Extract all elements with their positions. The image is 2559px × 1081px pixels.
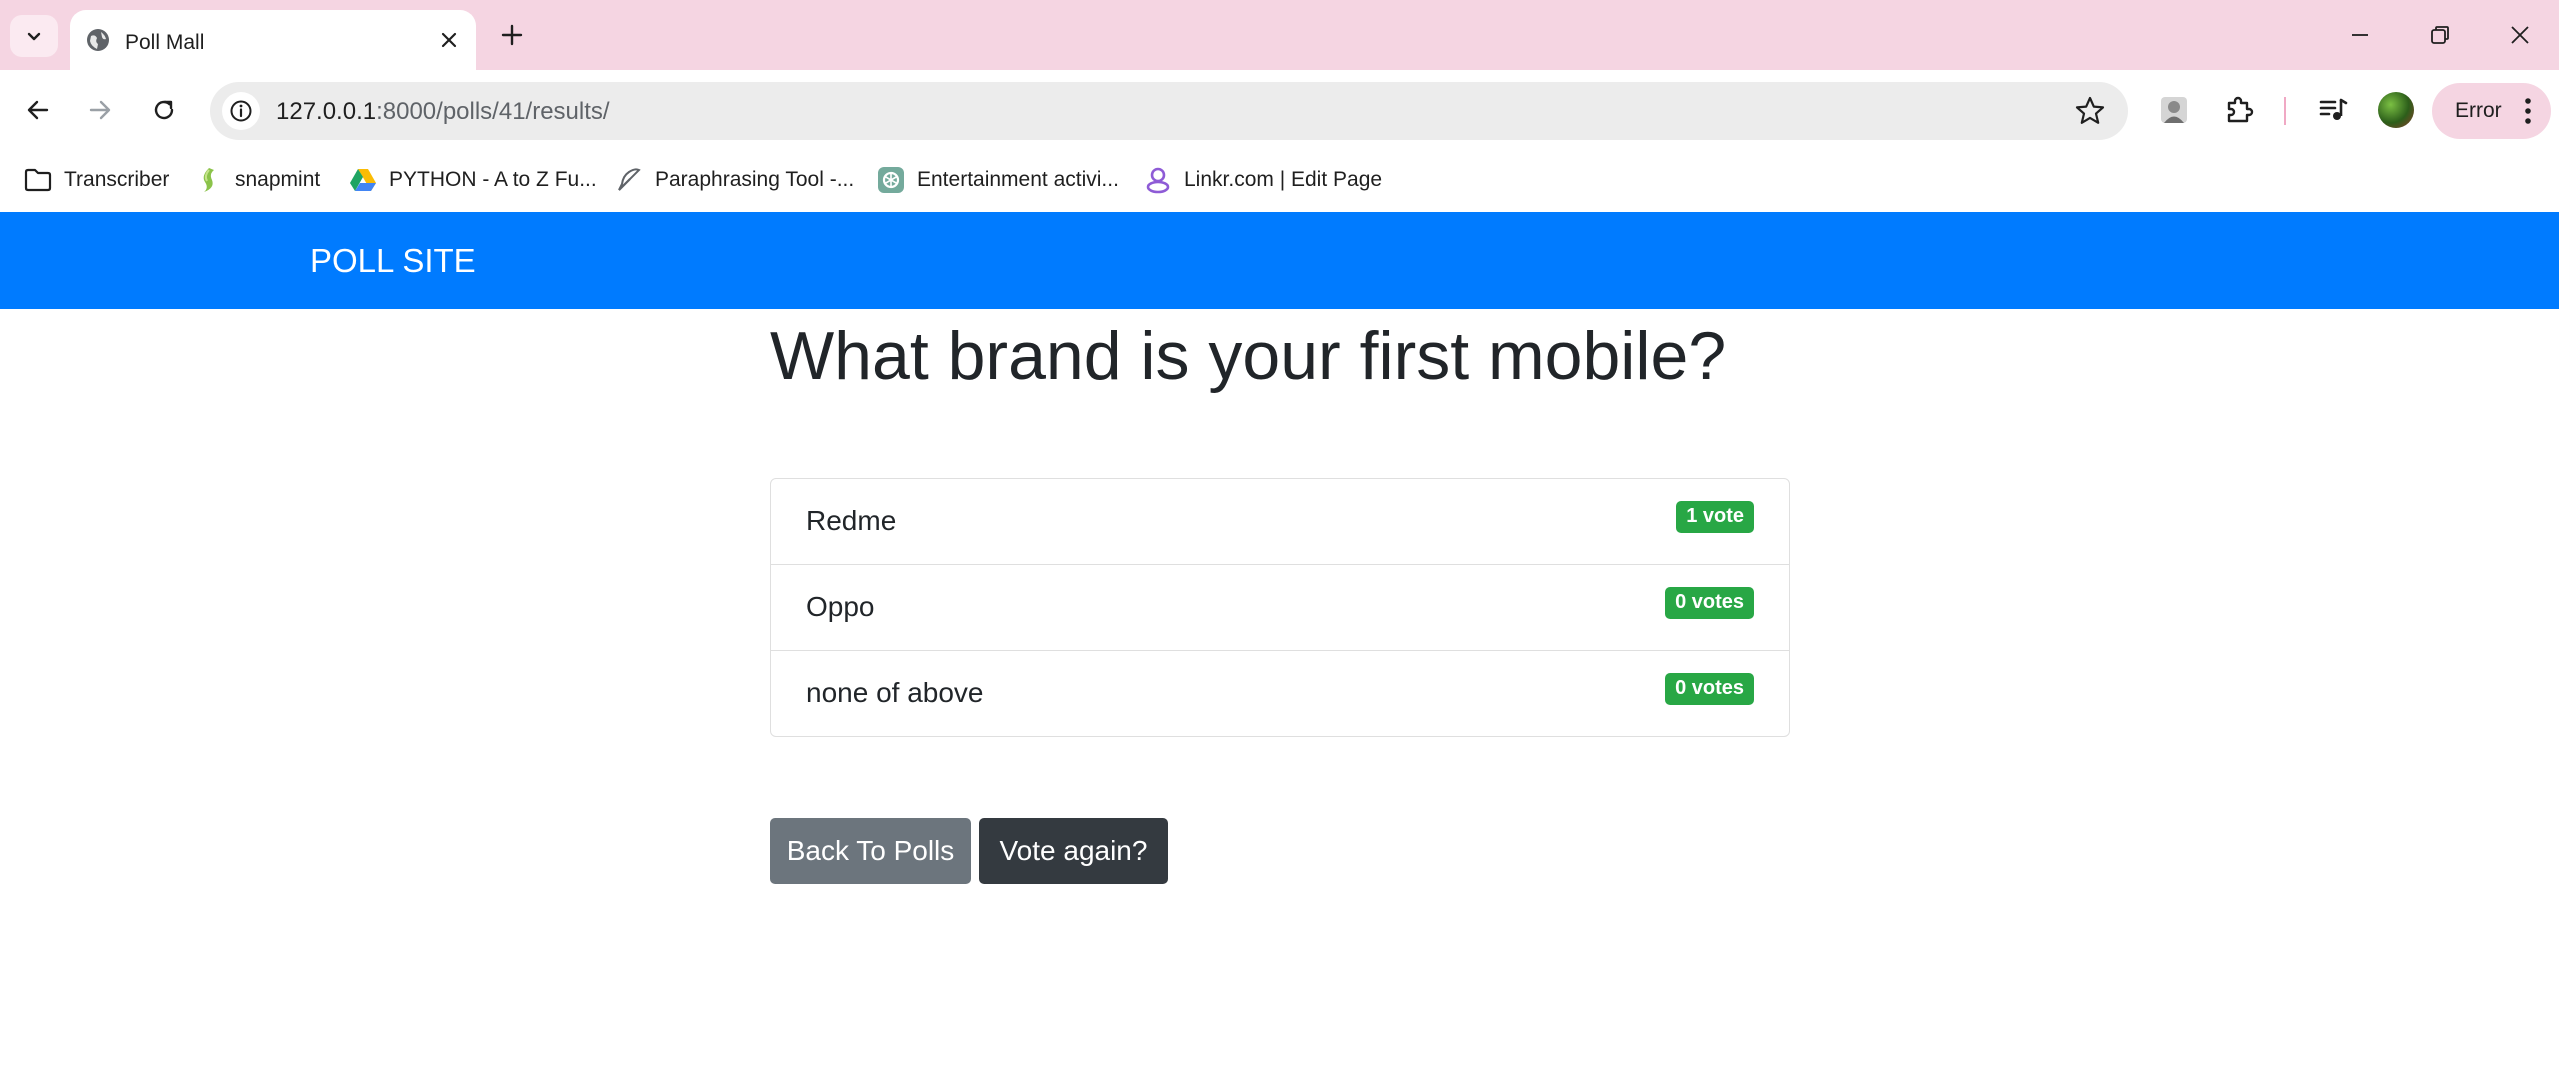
url-text[interactable]: 127.0.0.1:8000/polls/41/results/ [276, 98, 610, 126]
arrow-left-icon [27, 100, 49, 120]
vote-count-badge: 0 votes [1665, 673, 1754, 705]
url-path: :8000/polls/41/results/ [376, 98, 610, 125]
tab-title: Poll Mall [125, 31, 205, 54]
choice-label: none of above [806, 677, 984, 708]
bookmark-python[interactable]: PYTHON - A to Z Fu... [349, 164, 597, 196]
close-window-button[interactable] [2490, 10, 2550, 60]
arrow-right-icon [89, 100, 111, 120]
snapmint-icon [195, 166, 223, 194]
bookmark-linkr[interactable]: Linkr.com | Edit Page [1144, 164, 1382, 196]
chatgpt-icon [877, 166, 905, 194]
url-host: 127.0.0.1 [276, 98, 377, 125]
back-nav-button[interactable] [16, 88, 60, 132]
feather-icon [615, 166, 643, 194]
active-tab[interactable]: Poll Mall [70, 10, 476, 70]
choice-label: Oppo [806, 591, 875, 622]
plus-icon [501, 24, 523, 46]
media-control-icon[interactable] [2311, 88, 2355, 132]
address-bar[interactable]: 127.0.0.1:8000/polls/41/results/ [210, 82, 2128, 140]
poll-question: What brand is your first mobile? [770, 318, 1727, 394]
site-navbar: POLL SITE [0, 212, 2559, 309]
bookmark-label: Entertainment activi... [917, 168, 1119, 191]
new-tab-button[interactable] [492, 15, 532, 55]
reload-icon [154, 100, 174, 120]
bookmarks-bar: Transcriber snapmint PYTHON - A to Z Fu.… [0, 150, 2559, 210]
reload-button[interactable] [142, 88, 186, 132]
tab-search-button[interactable] [10, 15, 58, 57]
minimize-button[interactable] [2330, 10, 2390, 60]
extensions-puzzle-icon[interactable] [2217, 88, 2261, 132]
bookmark-star-icon[interactable] [2074, 95, 2106, 127]
vote-count-badge: 0 votes [1665, 587, 1754, 619]
extension-profile-icon[interactable] [2152, 88, 2196, 132]
profile-avatar[interactable] [2378, 92, 2414, 128]
bookmark-label: PYTHON - A to Z Fu... [389, 168, 597, 191]
bookmark-entertainment[interactable]: Entertainment activi... [877, 164, 1119, 196]
bookmark-label: Linkr.com | Edit Page [1184, 168, 1383, 191]
bookmark-label: snapmint [235, 168, 321, 191]
vote-again-button[interactable]: Vote again? [979, 818, 1168, 884]
profile-error-label: Error [2455, 99, 2502, 122]
folder-icon [24, 166, 52, 194]
choice-label: Redme [806, 505, 897, 536]
restore-button[interactable] [2410, 10, 2470, 60]
bookmark-transcriber[interactable]: Transcriber [24, 164, 169, 196]
restore-icon [2431, 26, 2449, 44]
linkr-icon [1144, 166, 1172, 194]
chevron-down-icon [27, 32, 41, 41]
bookmark-label: Paraphrasing Tool -... [655, 168, 855, 191]
bookmark-label: Transcriber [64, 168, 170, 191]
close-tab-icon[interactable] [434, 25, 464, 55]
google-drive-icon [349, 166, 377, 194]
bookmark-snapmint[interactable]: snapmint [195, 164, 320, 196]
bookmark-paraphrasing[interactable]: Paraphrasing Tool -... [615, 164, 854, 196]
list-item: Redme 1 vote [771, 479, 1789, 565]
vote-count-badge: 1 vote [1676, 501, 1754, 533]
minimize-icon [2352, 34, 2368, 36]
browser-toolbar: 127.0.0.1:8000/polls/41/results/ Error [0, 70, 2559, 150]
back-to-polls-button[interactable]: Back To Polls [770, 818, 971, 884]
list-item: none of above 0 votes [771, 651, 1789, 736]
close-icon [2511, 26, 2529, 44]
profile-error-button[interactable]: Error [2432, 83, 2551, 139]
globe-icon [87, 29, 109, 51]
kebab-menu-icon[interactable] [2517, 95, 2539, 127]
tab-strip: Poll Mall [0, 0, 2559, 70]
forward-nav-button[interactable] [78, 88, 122, 132]
list-item: Oppo 0 votes [771, 565, 1789, 651]
results-list: Redme 1 vote Oppo 0 votes none of above … [770, 478, 1790, 737]
site-brand-link[interactable]: POLL SITE [310, 242, 476, 280]
toolbar-divider [2284, 97, 2286, 125]
site-info-icon[interactable] [222, 92, 260, 130]
